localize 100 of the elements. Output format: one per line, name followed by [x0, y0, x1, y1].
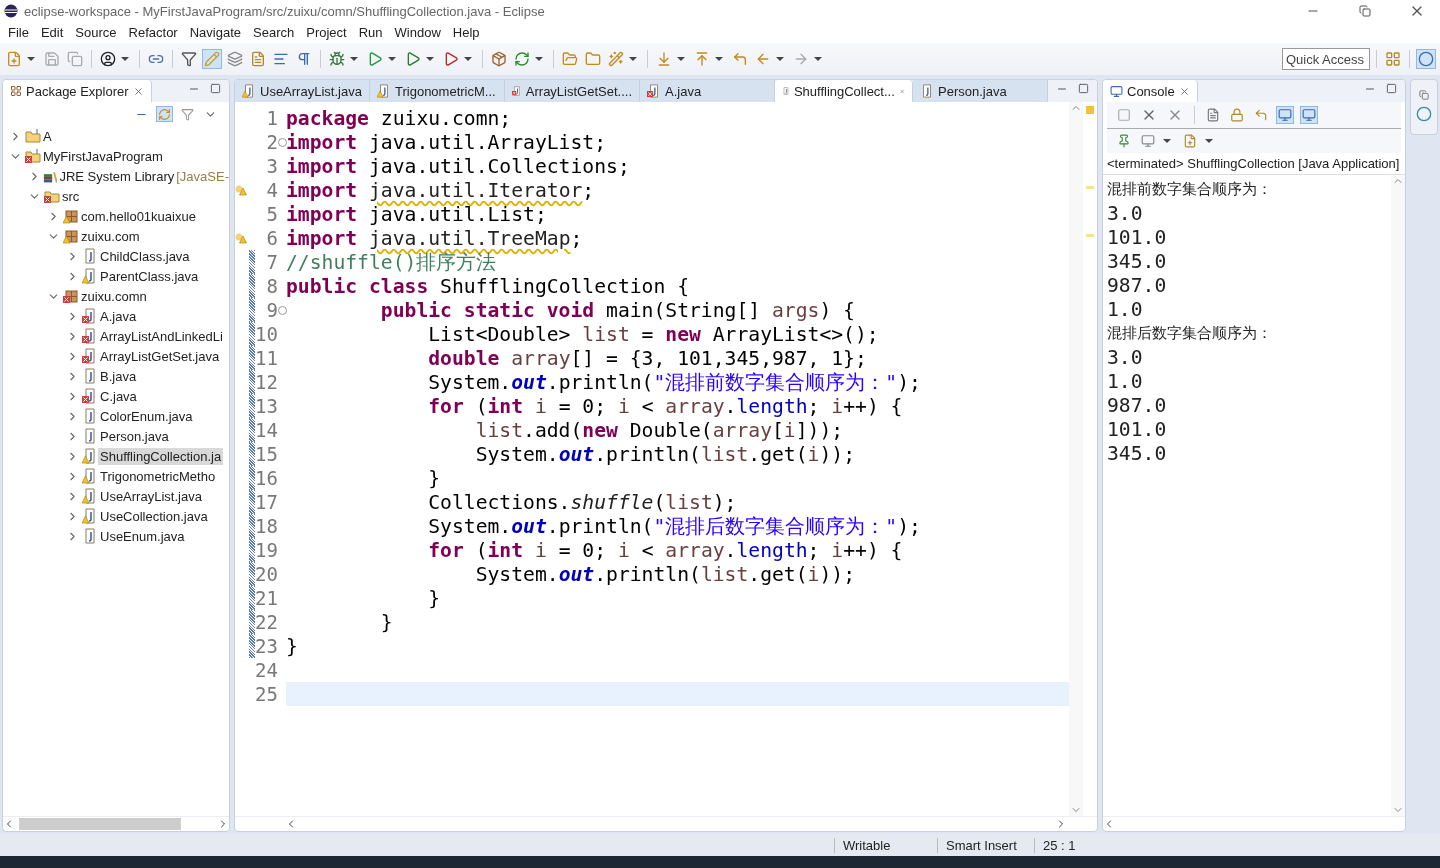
dropdown-caret-icon[interactable]	[814, 57, 822, 61]
horizontal-scrollbar[interactable]	[235, 816, 1097, 831]
view-tab[interactable]: Console	[1103, 80, 1198, 102]
line-number: 17	[255, 491, 278, 513]
menu-item[interactable]: Edit	[34, 25, 70, 40]
code-keyword: int	[487, 538, 525, 562]
tree-item[interactable]: ShufflingCollection.ja	[98, 447, 224, 465]
dropdown-caret-icon[interactable]	[350, 57, 358, 61]
dropdown-caret-icon[interactable]	[27, 57, 35, 61]
code-text: = 0;	[557, 394, 608, 418]
refresh-icon[interactable]	[512, 49, 532, 69]
scroll-lock-icon[interactable]	[1228, 106, 1246, 124]
menu-item[interactable]: Window	[388, 25, 447, 40]
dropdown-caret-icon[interactable]	[535, 57, 543, 61]
fold-icon[interactable]	[278, 306, 287, 315]
maximize-icon[interactable]	[210, 83, 221, 95]
dropdown-caret-icon[interactable]	[776, 57, 784, 61]
close-icon[interactable]	[132, 85, 144, 97]
dropdown-caret-icon[interactable]	[629, 57, 637, 61]
editor-tab[interactable]: TrigonometricM...	[370, 80, 505, 102]
menu-item[interactable]: Run	[352, 25, 389, 40]
tree-item[interactable]: A.java	[98, 307, 139, 325]
line-number: 3	[266, 155, 278, 177]
dropdown-caret-icon[interactable]	[677, 57, 685, 61]
tree-item[interactable]: ParentClass.java	[98, 267, 201, 285]
user-icon[interactable]	[98, 49, 118, 69]
code-text: = 0;	[557, 538, 608, 562]
tree-item[interactable]: com.hello01kuaixue	[79, 207, 198, 225]
code-text: ArrayList<>();	[711, 322, 879, 346]
tree-item[interactable]: ChildClass.java	[98, 247, 192, 265]
tree-item[interactable]: ArrayListAndLinkedLi	[98, 327, 225, 345]
editor-tab[interactable]: ShufflingCollect...	[775, 80, 913, 102]
tree-item[interactable]: MyFirstJavaProgram	[41, 147, 165, 165]
tree-item-decoration: [JavaSE-	[176, 168, 229, 184]
layers-icon[interactable]	[225, 49, 245, 69]
line-number: 6	[266, 227, 278, 249]
open-perspective-icon[interactable]	[1383, 49, 1403, 69]
tree-item[interactable]: UseEnum.java	[98, 527, 187, 545]
link-with-editor-icon[interactable]	[156, 106, 173, 122]
menu-item[interactable]: Help	[446, 25, 486, 40]
menu-item[interactable]: File	[2, 25, 35, 40]
display-console-icon[interactable]	[1139, 132, 1157, 150]
dropdown-caret-icon[interactable]	[121, 57, 129, 61]
menu-item[interactable]: Project	[300, 25, 353, 40]
maximize-icon[interactable]	[1386, 83, 1397, 95]
editor-tab[interactable]: A.java	[640, 80, 775, 102]
dropdown-caret-icon[interactable]	[715, 57, 723, 61]
perspective-icon[interactable]	[1416, 106, 1432, 122]
static-method: shuffle	[570, 490, 654, 514]
save-icon[interactable]	[42, 49, 62, 69]
view-tab[interactable]: Package Explorer	[3, 80, 152, 102]
filter-icon[interactable]	[179, 49, 199, 69]
tree-item[interactable]: ArrayListGetSet.java	[98, 347, 222, 365]
window-title: eclipse-workspace - MyFirstJavaProgram/src/zuixu/comn/ShufflingCollection.java - Eclipse	[24, 3, 546, 19]
tree-item[interactable]: UseCollection.java	[98, 507, 210, 525]
editor-tab[interactable]: Person.java	[913, 80, 1048, 102]
tree-item[interactable]: zuixu.com	[79, 227, 142, 245]
package-icon[interactable]	[489, 49, 509, 69]
restore-icon[interactable]	[1419, 90, 1429, 100]
editor-tab[interactable]: ArrayListGetSet....	[505, 80, 640, 102]
dropdown-caret-icon[interactable]	[426, 57, 434, 61]
horizontal-scrollbar[interactable]	[3, 816, 229, 831]
dropdown-caret-icon[interactable]	[388, 57, 396, 61]
line-number: 15	[255, 443, 278, 465]
dropdown-caret-icon[interactable]	[1163, 139, 1171, 143]
show-on-output-icon[interactable]	[1276, 106, 1294, 124]
editor-tab[interactable]: UseArrayList.java	[235, 80, 370, 102]
tree-item[interactable]: src	[60, 187, 82, 205]
status-field: Writable	[834, 837, 937, 853]
line-number: 21	[255, 587, 278, 609]
tree-item[interactable]: B.java	[98, 367, 139, 385]
quick-access-field[interactable]: Quick Access	[1282, 48, 1370, 70]
tree-item[interactable]: Person.java	[98, 427, 171, 445]
console-output-line: 987.0	[1107, 273, 1168, 297]
code-text: System.	[474, 442, 559, 466]
menu-item[interactable]: Refactor	[122, 25, 184, 40]
dropdown-caret-icon[interactable]	[1205, 139, 1213, 143]
console-output-line: 混排后数字集合顺序为：	[1107, 322, 1273, 343]
restore-icon[interactable]	[1359, 5, 1371, 17]
save-all-icon[interactable]	[65, 49, 85, 69]
horizontal-scrollbar[interactable]	[1103, 816, 1405, 831]
tree-item[interactable]: zuixu.comn	[79, 287, 149, 305]
close-icon[interactable]	[1178, 85, 1190, 97]
code-text: .println(	[546, 514, 654, 538]
tree-item[interactable]: TrigonometricMetho	[98, 467, 218, 485]
java-perspective-icon[interactable]	[1416, 49, 1436, 69]
variable-name: list	[582, 322, 630, 346]
menu-item[interactable]: Navigate	[183, 25, 247, 40]
tree-item[interactable]: A	[41, 127, 54, 145]
code-text: <	[640, 538, 655, 562]
show-on-error-icon[interactable]	[1300, 106, 1318, 124]
maximize-icon[interactable]	[1078, 83, 1089, 95]
fold-icon[interactable]	[278, 138, 287, 147]
tree-item[interactable]: C.java	[98, 387, 139, 405]
menu-item[interactable]: Search	[247, 25, 301, 40]
dropdown-caret-icon[interactable]	[464, 57, 472, 61]
tree-item[interactable]: ColorEnum.java	[98, 407, 195, 425]
menu-item[interactable]: Source	[69, 25, 123, 40]
tree-item[interactable]: JRE System Library	[57, 167, 177, 185]
tree-item[interactable]: UseArrayList.java	[98, 487, 204, 505]
